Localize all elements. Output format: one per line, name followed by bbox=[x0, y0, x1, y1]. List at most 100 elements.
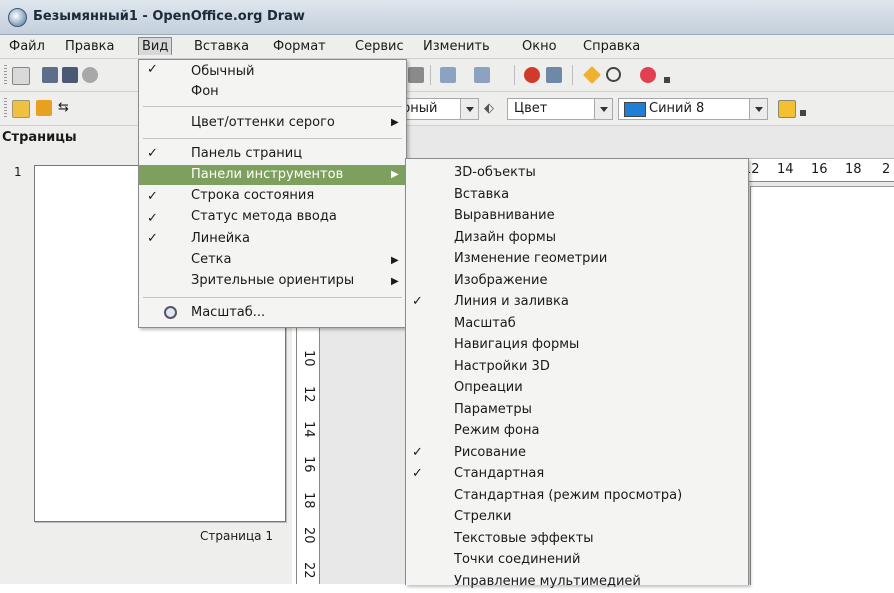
toolbars-submenu-item[interactable]: ✓ Рисование bbox=[406, 443, 748, 464]
toolbars-submenu-item-label: Текстовые эффекты bbox=[454, 530, 594, 546]
toolbars-submenu-item[interactable]: Изменение геометрии bbox=[406, 249, 748, 270]
toolbars-submenu-item-label: Опреации bbox=[454, 380, 523, 395]
ruler-tick-label: 16 bbox=[811, 162, 828, 177]
toolbars-submenu-item-label: Дизайн формы bbox=[454, 229, 556, 245]
toolbars-submenu-item[interactable]: Масштаб bbox=[406, 314, 748, 335]
menu-view[interactable]: Вид bbox=[138, 37, 173, 55]
toolbars-submenu-item-label: Навигация формы bbox=[454, 337, 580, 352]
toolbars-submenu-item[interactable]: Стрелки bbox=[406, 507, 748, 528]
toolbars-submenu: 3D-объекты Вставка Выравнивание Дизайн форм… bbox=[405, 158, 749, 589]
arrow-style-icon[interactable]: ⇆ bbox=[58, 100, 69, 115]
window-title: Безымянный1 - OpenOffice.org Draw bbox=[33, 9, 305, 24]
ruler-tick-label: 2 bbox=[882, 162, 891, 177]
toolbars-submenu-item[interactable]: Точки соединений bbox=[406, 550, 748, 571]
toolbars-submenu-item[interactable]: 3D-объекты bbox=[406, 163, 748, 184]
menu-bar: Файл Правка Вид Вставка Формат Сервис Из… bbox=[0, 35, 894, 59]
toolbars-submenu-item[interactable]: Вставка bbox=[406, 185, 748, 206]
toolbar-separator bbox=[572, 65, 573, 85]
chevron-down-icon[interactable] bbox=[594, 99, 612, 119]
color-swatch bbox=[624, 102, 646, 117]
drawing-page[interactable] bbox=[750, 186, 894, 585]
zoom-icon[interactable] bbox=[606, 67, 621, 82]
gallery-icon[interactable] bbox=[582, 65, 602, 85]
toolbar-overflow-icon[interactable] bbox=[664, 77, 670, 83]
shadow-icon[interactable] bbox=[778, 100, 796, 118]
menu-window[interactable]: Окно bbox=[519, 38, 560, 55]
line-and-filling-toolbar: ⇆ рный ⬖ Цвет Синий 8 bbox=[0, 92, 894, 126]
toolbars-submenu-item[interactable]: Управление мультимедией bbox=[406, 572, 748, 593]
view-menu-item-color-grayscale[interactable]: Цвет/оттенки серого ▶ bbox=[139, 112, 406, 134]
toolbars-submenu-item[interactable]: Навигация формы bbox=[406, 335, 748, 356]
area-style-select[interactable]: Цвет bbox=[507, 98, 613, 120]
menu-help[interactable]: Справка bbox=[580, 38, 643, 55]
view-menu-item-rulers[interactable]: ✓ Линейка bbox=[139, 229, 406, 250]
toolbars-submenu-item-label: Вставка bbox=[454, 186, 510, 202]
view-menu-item-background[interactable]: Фон bbox=[139, 82, 406, 102]
toolbar-grip[interactable] bbox=[4, 65, 7, 85]
submenu-arrow-icon: ▶ bbox=[391, 255, 399, 266]
chart-icon[interactable] bbox=[524, 67, 540, 83]
undo-icon[interactable] bbox=[440, 67, 456, 83]
toolbars-submenu-item[interactable]: Параметры bbox=[406, 400, 748, 421]
chevron-down-icon[interactable] bbox=[460, 99, 478, 119]
pages-panel-title: Страницы bbox=[2, 130, 77, 145]
vertical-ruler[interactable]: 8 10 12 14 16 18 20 22 bbox=[296, 300, 320, 584]
toolbars-submenu-item[interactable]: Выравнивание bbox=[406, 206, 748, 227]
menu-insert[interactable]: Вставка bbox=[191, 38, 252, 55]
styles-icon[interactable] bbox=[12, 100, 30, 118]
view-menu-item-guides[interactable]: Зрительные ориентиры ▶ bbox=[139, 271, 406, 293]
toolbars-submenu-item[interactable]: Изображение bbox=[406, 271, 748, 292]
toolbar-overflow-icon[interactable] bbox=[800, 110, 806, 116]
line-style-select[interactable]: рный bbox=[399, 98, 479, 120]
view-menu-item-zoom[interactable]: Масштаб... bbox=[139, 302, 406, 324]
view-menu-item-normal[interactable]: ✓ Обычный bbox=[139, 62, 406, 82]
toolbar-separator bbox=[514, 65, 515, 85]
email-icon[interactable] bbox=[82, 67, 98, 83]
submenu-arrow-icon: ▶ bbox=[391, 117, 399, 128]
area-color-select[interactable]: Синий 8 bbox=[618, 98, 768, 120]
toolbars-submenu-item[interactable]: Дизайн формы bbox=[406, 228, 748, 249]
toolbars-submenu-item-label: Управление мультимедией bbox=[454, 573, 641, 589]
standard-toolbar bbox=[0, 59, 894, 92]
toolbars-submenu-item[interactable]: Стандартная (режим просмотра) bbox=[406, 486, 748, 507]
app-icon bbox=[8, 8, 27, 27]
toolbars-submenu-item-label: Рисование bbox=[454, 444, 526, 460]
toolbars-submenu-item[interactable]: Настройки 3D bbox=[406, 357, 748, 378]
toolbars-submenu-item[interactable]: Опреации bbox=[406, 378, 748, 399]
menu-separator bbox=[143, 138, 402, 139]
view-menu: ✓ Обычный Фон Цвет/оттенки серого ▶ ✓ Па… bbox=[138, 59, 407, 328]
toolbars-submenu-item-label: Точки соединений bbox=[454, 552, 581, 567]
new-document-icon[interactable] bbox=[12, 67, 30, 85]
ruler-tick-label: 14 bbox=[301, 421, 316, 438]
toolbars-submenu-item[interactable]: Режим фона bbox=[406, 421, 748, 442]
toolbar-grip[interactable] bbox=[4, 98, 7, 118]
menu-modify[interactable]: Изменить bbox=[420, 38, 493, 55]
view-menu-item-toolbars[interactable]: Панели инструментов ▶ bbox=[139, 165, 406, 185]
menu-format[interactable]: Формат bbox=[270, 38, 329, 55]
chevron-down-icon[interactable] bbox=[749, 99, 767, 119]
toolbars-submenu-item-label: Выравнивание bbox=[454, 208, 555, 223]
line-icon[interactable] bbox=[36, 100, 52, 116]
menu-file[interactable]: Файл bbox=[6, 38, 48, 55]
redo-icon[interactable] bbox=[474, 67, 490, 83]
save-icon[interactable] bbox=[62, 67, 78, 83]
toolbars-submenu-item[interactable]: ✓ Линия и заливка bbox=[406, 292, 748, 313]
view-menu-item-input-method-status[interactable]: ✓ Статус метода ввода bbox=[139, 207, 406, 229]
view-menu-item-status-bar[interactable]: ✓ Строка состояния bbox=[139, 186, 406, 207]
help-icon[interactable] bbox=[640, 67, 656, 83]
area-icon[interactable]: ⬖ bbox=[484, 101, 494, 116]
navigator-icon[interactable] bbox=[546, 67, 562, 83]
menu-tools[interactable]: Сервис bbox=[352, 38, 407, 55]
view-menu-item-page-pane[interactable]: ✓ Панель страниц bbox=[139, 144, 406, 165]
print-icon[interactable] bbox=[408, 67, 424, 83]
templates-icon[interactable] bbox=[42, 67, 58, 83]
toolbar-separator bbox=[430, 65, 431, 85]
menu-edit[interactable]: Правка bbox=[62, 38, 117, 55]
toolbars-submenu-item[interactable]: Текстовые эффекты bbox=[406, 529, 748, 550]
check-icon: ✓ bbox=[147, 62, 158, 77]
toolbars-submenu-item[interactable]: ✓ Стандартная bbox=[406, 464, 748, 485]
view-menu-item-grid[interactable]: Сетка ▶ bbox=[139, 250, 406, 271]
toolbars-submenu-item-label: Стрелки bbox=[454, 509, 512, 524]
ruler-tick-label: 20 bbox=[301, 527, 316, 544]
page-caption: Страница 1 bbox=[200, 529, 273, 543]
